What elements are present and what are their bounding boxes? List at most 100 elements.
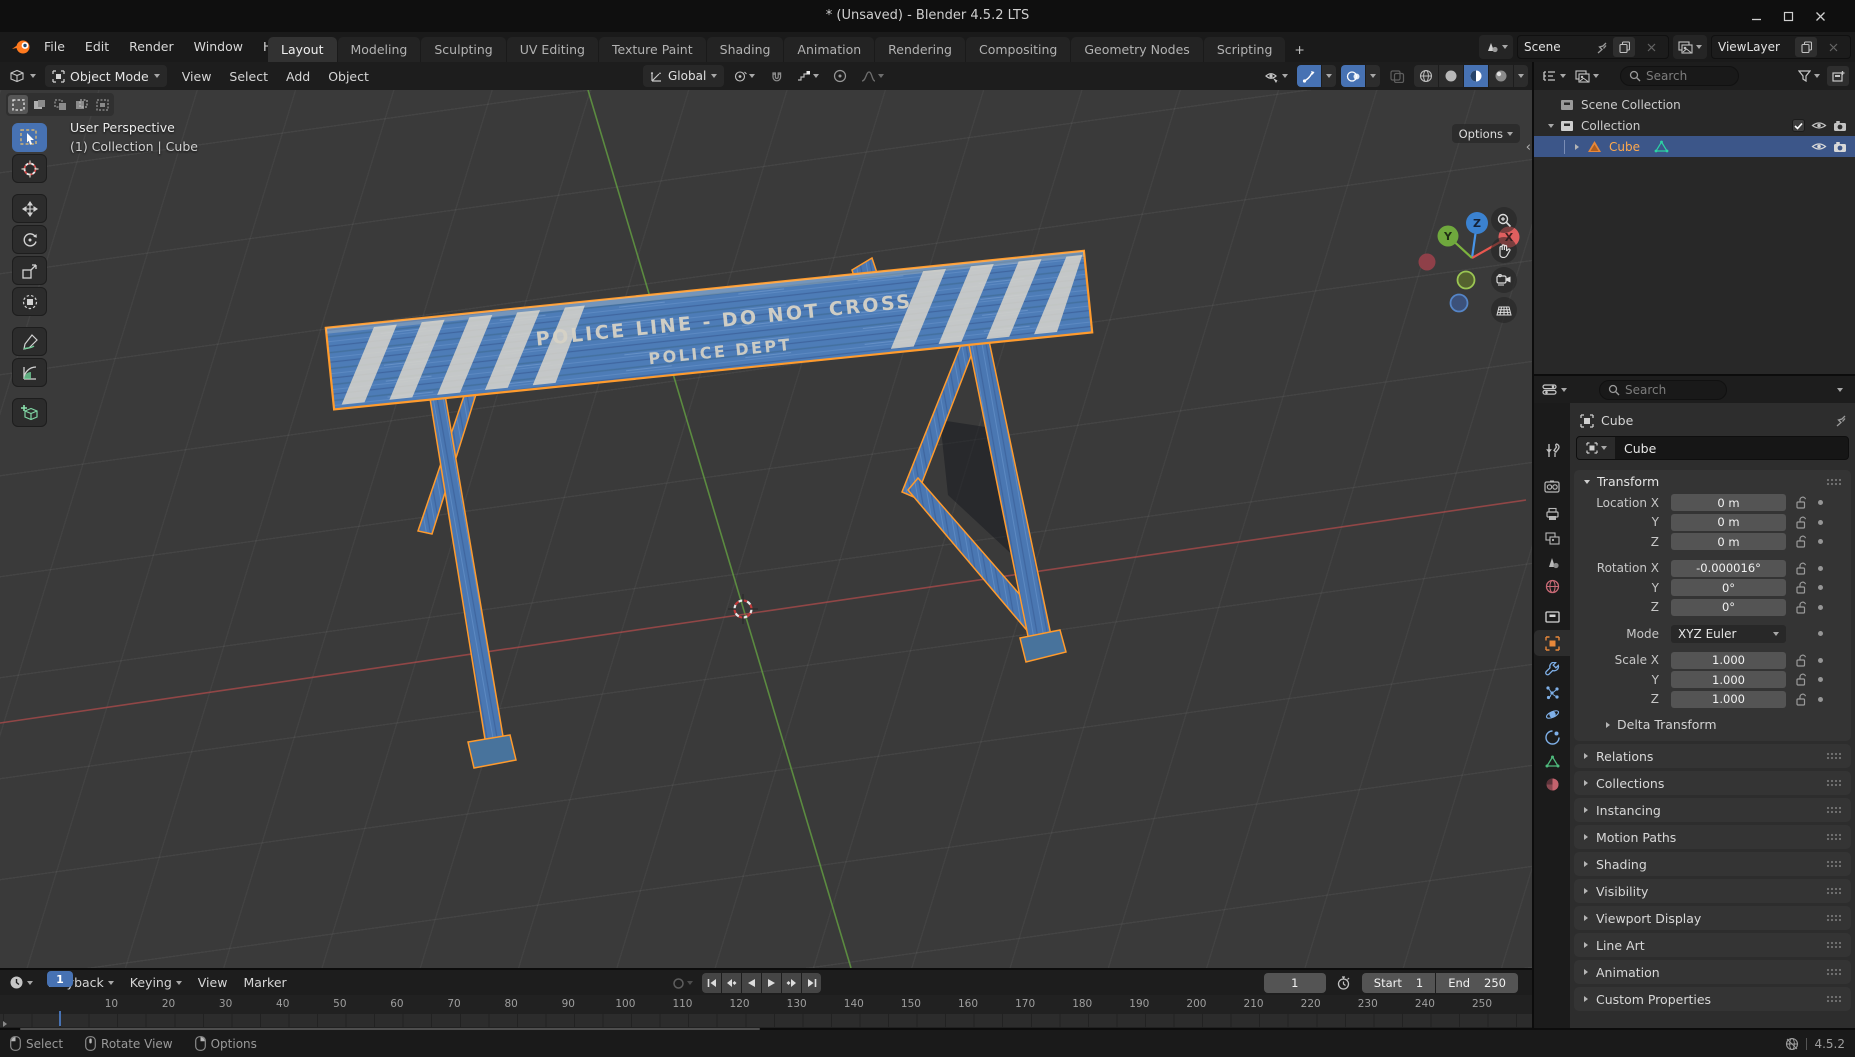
tab-output[interactable] [1534, 501, 1570, 527]
lock-open-icon[interactable] [1796, 496, 1807, 509]
panel-drag-handle[interactable] [1826, 860, 1841, 868]
proportional-editing-toggle[interactable] [828, 65, 852, 87]
add-workspace-button[interactable]: + [1286, 37, 1312, 62]
panel-shading[interactable]: Shading [1574, 852, 1851, 876]
workspace-tab-scripting[interactable]: Scripting [1204, 37, 1286, 62]
delta-transform-subpanel[interactable]: Delta Transform [1574, 714, 1851, 735]
properties-editor-type-button[interactable] [1540, 378, 1569, 402]
transform-value-field[interactable]: 0° [1671, 579, 1786, 596]
animate-dot[interactable] [1818, 677, 1823, 682]
viewport-menu-add[interactable]: Add [277, 69, 319, 84]
viewlayer-name-field[interactable]: ViewLayer [1711, 35, 1851, 59]
lock-open-icon[interactable] [1796, 535, 1807, 548]
current-frame-field[interactable]: 1 [1264, 973, 1326, 993]
blender-logo-icon[interactable] [10, 38, 32, 55]
falloff-dropdown[interactable] [857, 65, 888, 87]
xray-toggle[interactable] [1385, 65, 1409, 87]
panel-relations[interactable]: Relations [1574, 744, 1851, 768]
tab-constraints[interactable] [1534, 724, 1570, 750]
timeline-channels[interactable] [0, 1014, 1532, 1027]
rotation-mode-dropdown[interactable]: XYZ Euler [1671, 625, 1786, 643]
menubar-item-file[interactable]: File [34, 32, 75, 62]
pivot-dropdown[interactable] [729, 65, 759, 87]
tab-render[interactable] [1534, 473, 1570, 499]
panel-drag-handle[interactable] [1826, 941, 1841, 949]
row-collection[interactable]: Collection [1534, 115, 1855, 136]
snap-target-dropdown[interactable] [793, 65, 823, 87]
panel-drag-handle[interactable] [1826, 887, 1841, 895]
disable-render-camera-icon[interactable] [1833, 120, 1847, 131]
menubar-item-render[interactable]: Render [119, 32, 184, 62]
outliner-filter-button[interactable] [1796, 64, 1822, 88]
scene-browse-button[interactable] [1479, 35, 1513, 59]
animate-dot[interactable] [1818, 500, 1823, 505]
object-id-dropdown[interactable] [1577, 437, 1615, 459]
transform-value-field[interactable]: 0 m [1671, 514, 1786, 531]
overlays-dropdown[interactable] [1366, 65, 1380, 87]
object-name-input[interactable] [1615, 441, 1848, 456]
animate-dot[interactable] [1818, 631, 1823, 636]
new-viewlayer-button[interactable] [1795, 37, 1817, 57]
workspace-tab-uv-editing[interactable]: UV Editing [507, 37, 598, 62]
row-scene-collection[interactable]: Scene Collection [1534, 94, 1855, 115]
transform-value-field[interactable]: 1.000 [1671, 652, 1786, 669]
disable-render-camera-icon[interactable] [1833, 141, 1847, 152]
play-button[interactable] [762, 973, 781, 993]
object-visibility-dropdown[interactable] [1260, 65, 1292, 87]
animate-dot[interactable] [1818, 585, 1823, 590]
outliner-display-mode-button[interactable] [1573, 64, 1601, 88]
view-menu[interactable]: View [190, 975, 236, 990]
pin-icon[interactable] [1595, 41, 1608, 54]
gizmo-dropdown[interactable] [1322, 65, 1336, 87]
gizmo-negx-ball[interactable] [1419, 254, 1436, 271]
panel-custom-properties[interactable]: Custom Properties [1574, 987, 1851, 1011]
show-gizmo-toggle[interactable] [1297, 65, 1321, 87]
select-mode-subtract[interactable] [50, 95, 70, 114]
current-frame-badge[interactable]: 1 [47, 971, 73, 987]
minimize-button[interactable] [1743, 4, 1769, 28]
shading-dropdown[interactable] [1514, 65, 1528, 87]
camera-view-button[interactable] [1491, 267, 1517, 293]
panel-line-art[interactable]: Line Art [1574, 933, 1851, 957]
panel-drag-handle[interactable] [1826, 779, 1841, 787]
lock-open-icon[interactable] [1796, 654, 1807, 667]
barricade-object[interactable]: POLICE LINE - DO NOT CROSS POLICE DEPT [326, 251, 1092, 768]
tool-scale[interactable] [12, 256, 47, 285]
viewport-menu-select[interactable]: Select [220, 69, 277, 84]
animate-dot[interactable] [1818, 539, 1823, 544]
transform-panel-header[interactable]: Transform [1574, 470, 1851, 493]
select-mode-intersect[interactable] [92, 95, 112, 114]
new-scene-button[interactable] [1613, 37, 1635, 57]
workspace-tab-texture-paint[interactable]: Texture Paint [599, 37, 706, 62]
viewlayer-browse-button[interactable] [1673, 35, 1707, 59]
tool-select-box[interactable] [12, 123, 47, 152]
viewport-menu-object[interactable]: Object [319, 69, 378, 84]
auto-key-button[interactable] [668, 972, 697, 994]
pin-icon[interactable] [1834, 414, 1847, 427]
panel-motion-paths[interactable]: Motion Paths [1574, 825, 1851, 849]
gizmo-negz-ball[interactable] [1451, 295, 1468, 312]
animate-dot[interactable] [1818, 697, 1823, 702]
tab-tool[interactable] [1534, 437, 1570, 463]
lock-open-icon[interactable] [1796, 693, 1807, 706]
properties-search[interactable] [1599, 380, 1727, 400]
transform-value-field[interactable]: 1.000 [1671, 691, 1786, 708]
end-frame-field[interactable]: End250 [1436, 973, 1518, 993]
panel-drag-handle[interactable] [1826, 968, 1841, 976]
show-overlays-toggle[interactable] [1341, 65, 1365, 87]
shading-wireframe-button[interactable] [1414, 65, 1438, 87]
zoom-button[interactable] [1491, 207, 1517, 233]
object-name-field[interactable] [1576, 436, 1849, 460]
workspace-tab-rendering[interactable]: Rendering [875, 37, 965, 62]
panel-drag-handle[interactable] [1826, 806, 1841, 814]
new-collection-button[interactable] [1827, 66, 1849, 86]
outliner-search[interactable] [1620, 66, 1739, 86]
start-frame-field[interactable]: Start1 [1362, 973, 1435, 993]
workspace-tab-compositing[interactable]: Compositing [966, 37, 1070, 62]
tab-world[interactable] [1534, 573, 1570, 599]
transform-value-field[interactable]: 0 m [1671, 533, 1786, 550]
tool-add-cube[interactable] [12, 398, 47, 427]
workspace-tab-sculpting[interactable]: Sculpting [421, 37, 505, 62]
outliner-search-input[interactable] [1646, 69, 1730, 83]
next-keyframe-button[interactable] [782, 973, 801, 993]
